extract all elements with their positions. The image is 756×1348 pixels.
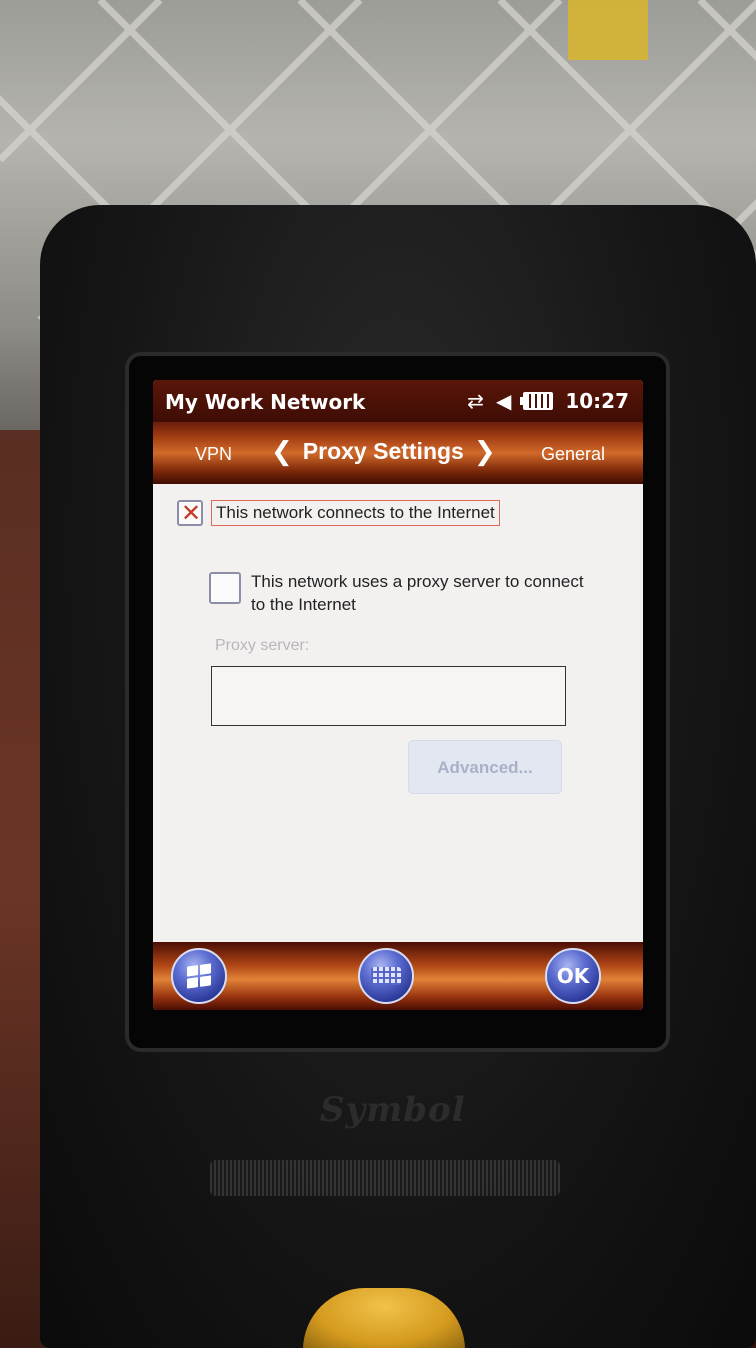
- speaker-grille: [210, 1160, 560, 1196]
- proxy-server-label: Proxy server:: [215, 637, 310, 654]
- tab-current: ❮ Proxy Settings ❯: [271, 438, 496, 465]
- keyboard-icon: [371, 967, 401, 985]
- connects-internet-checkbox[interactable]: ✕: [177, 499, 203, 527]
- tab-general[interactable]: General: [541, 444, 605, 465]
- tab-proxy-settings[interactable]: Proxy Settings: [303, 438, 464, 465]
- chevron-right-icon[interactable]: ❯: [474, 439, 496, 465]
- volume-icon[interactable]: ◀︎: [496, 390, 511, 412]
- uses-proxy-label[interactable]: This network uses a proxy server to conn…: [251, 570, 591, 616]
- connectivity-icon[interactable]: ⇄: [467, 390, 484, 412]
- start-button[interactable]: [171, 948, 227, 1004]
- title-bar: My Work Network ⇄ ◀︎ 10:27: [153, 380, 643, 422]
- status-icons: ⇄ ◀︎ 10:27: [467, 388, 629, 414]
- chevron-left-icon[interactable]: ❮: [271, 439, 293, 465]
- uses-proxy-row: This network uses a proxy server to conn…: [209, 570, 591, 616]
- device-screen: My Work Network ⇄ ◀︎ 10:27 VPN ❮ Proxy S…: [153, 380, 643, 1010]
- battery-icon[interactable]: [520, 392, 554, 410]
- clock[interactable]: 10:27: [565, 389, 629, 413]
- tab-vpn[interactable]: VPN: [195, 444, 232, 465]
- settings-panel: ✕ This network connects to the Internet …: [153, 484, 643, 942]
- device-brand-logo: Symbol: [320, 1090, 466, 1130]
- ok-label: OK: [556, 964, 590, 988]
- start-icon: [187, 963, 211, 989]
- app-title: My Work Network: [165, 390, 366, 414]
- proxy-server-input[interactable]: [211, 666, 566, 726]
- softkey-bar: OK: [153, 942, 643, 1010]
- connects-internet-label[interactable]: This network connects to the Internet: [211, 500, 500, 526]
- ok-button[interactable]: OK: [545, 948, 601, 1004]
- connects-internet-row: ✕ This network connects to the Internet: [177, 499, 500, 527]
- keyboard-button[interactable]: [358, 948, 414, 1004]
- uses-proxy-checkbox[interactable]: [209, 572, 241, 604]
- checkmark-icon: ✕: [181, 499, 202, 527]
- tab-navigation: VPN ❮ Proxy Settings ❯ General: [153, 422, 643, 484]
- advanced-button[interactable]: Advanced...: [408, 740, 562, 794]
- photo-scene: My Work Network ⇄ ◀︎ 10:27 VPN ❮ Proxy S…: [0, 0, 756, 1348]
